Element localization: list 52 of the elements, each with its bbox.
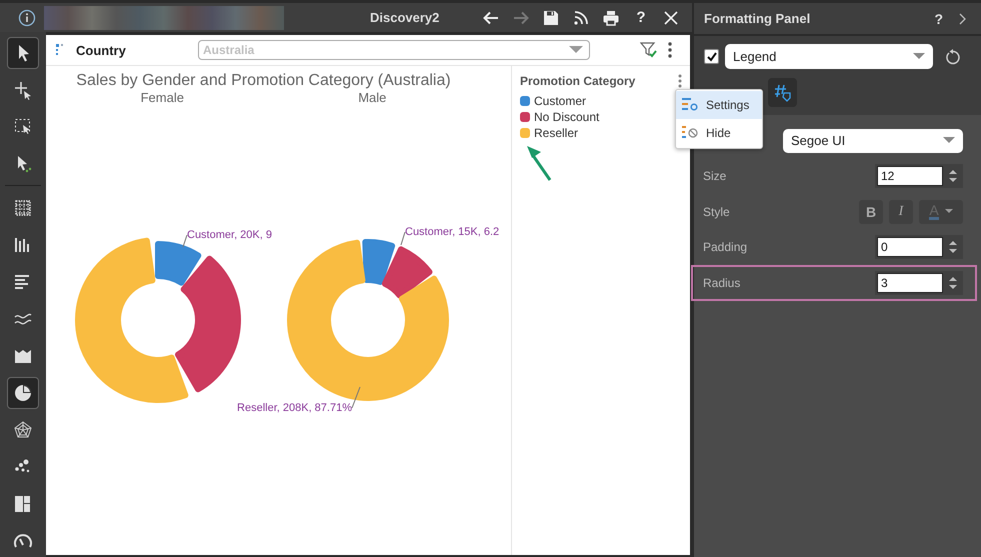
leader-line bbox=[400, 232, 405, 246]
checkbox[interactable] bbox=[704, 49, 719, 64]
data-label: Customer, 20K, 9 bbox=[186, 229, 272, 241]
filter-icon[interactable] bbox=[640, 41, 658, 59]
more-icon[interactable] bbox=[678, 74, 682, 88]
field-label: Style bbox=[703, 204, 730, 219]
menu-item[interactable]: Hide bbox=[676, 119, 762, 147]
window-title: Discovery2 bbox=[370, 10, 440, 25]
leader-line bbox=[351, 386, 360, 408]
more-icon[interactable] bbox=[668, 42, 672, 58]
caret-icon bbox=[943, 137, 955, 144]
legend-label: Reseller bbox=[534, 126, 578, 140]
help-button[interactable]: ? bbox=[628, 4, 654, 30]
caret-icon bbox=[944, 209, 953, 214]
size-field[interactable]: 12 bbox=[877, 166, 943, 186]
hide-icon bbox=[682, 126, 698, 140]
pointer-icon[interactable] bbox=[7, 37, 39, 69]
annotation-arrow bbox=[524, 144, 554, 182]
font-dropdown[interactable]: Segoe UI bbox=[783, 128, 963, 153]
field-label: Padding bbox=[703, 240, 748, 254]
leader-line bbox=[182, 234, 187, 248]
data-label: Customer, 15K, 6.2 bbox=[404, 226, 499, 238]
filter-label: Country bbox=[76, 42, 127, 58]
panel-title: Formatting Panel bbox=[704, 11, 812, 26]
chart-subtitle: Male bbox=[358, 90, 386, 105]
hierarchy-icon bbox=[56, 44, 66, 56]
chevron-right-icon[interactable] bbox=[959, 12, 967, 24]
tag-icon[interactable] bbox=[768, 78, 797, 107]
menu-item[interactable]: Settings bbox=[676, 91, 762, 119]
spinner-icon[interactable] bbox=[949, 168, 957, 184]
italic-button[interactable]: I bbox=[889, 200, 913, 224]
legend-title: Promotion Category bbox=[520, 74, 636, 88]
chart-subtitle: Female bbox=[140, 90, 184, 105]
caret-icon bbox=[569, 46, 583, 54]
reset-icon[interactable] bbox=[945, 48, 961, 64]
field-label: Size bbox=[703, 169, 726, 184]
caret-icon bbox=[913, 53, 925, 60]
field-label: Radius bbox=[703, 276, 740, 290]
padding-field[interactable]: 0 bbox=[877, 237, 943, 258]
spinner-icon[interactable] bbox=[949, 239, 957, 256]
settings-list-icon bbox=[682, 98, 698, 112]
bold-button[interactable]: B bbox=[859, 200, 883, 224]
legend-label: Customer bbox=[534, 94, 586, 108]
help-button[interactable]: ? bbox=[932, 10, 945, 26]
element-dropdown[interactable]: Legend bbox=[725, 44, 933, 69]
data-label: Reseller, 208K, 87.71% bbox=[236, 402, 352, 414]
pie-chart-icon[interactable] bbox=[7, 377, 39, 409]
info-icon[interactable] bbox=[18, 8, 36, 26]
legend-label: No Discount bbox=[534, 110, 600, 124]
spinner-icon[interactable] bbox=[949, 274, 957, 291]
radius-field[interactable]: 3 bbox=[877, 272, 943, 293]
chart-title: Sales by Gender and Promotion Category (Australia) bbox=[76, 72, 451, 90]
